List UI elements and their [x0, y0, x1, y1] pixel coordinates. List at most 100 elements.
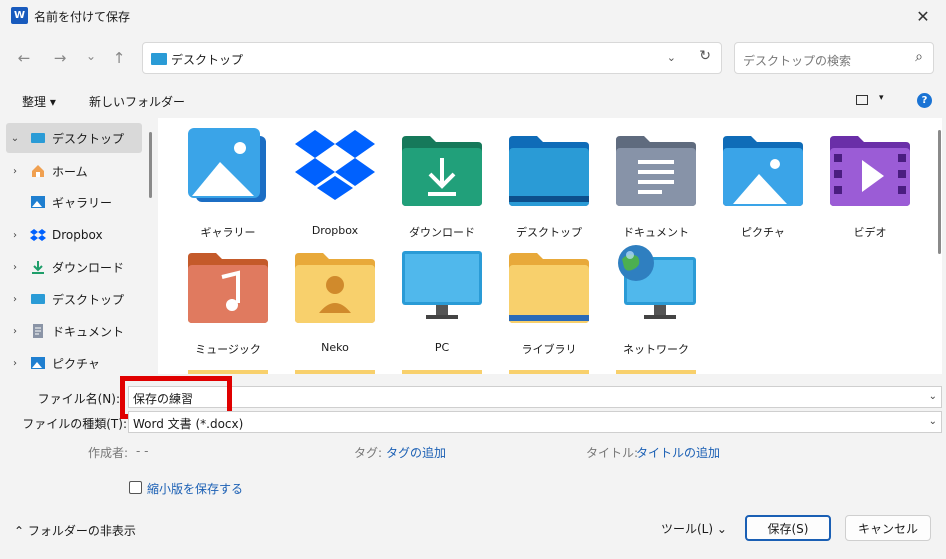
desktop-folder-icon [509, 136, 589, 206]
filetype-label: ファイルの種類(T): [22, 417, 127, 431]
download-folder-icon [402, 136, 482, 206]
save-thumbnail-checkbox[interactable] [129, 481, 142, 494]
desktop-folder-icon [151, 53, 167, 65]
sidebar-item-gallery[interactable]: ギャラリー [6, 187, 142, 217]
network-icon [618, 245, 696, 319]
sidebar-item-label: ピクチャ [52, 356, 100, 371]
hide-folders-label: フォルダーの非表示 [27, 524, 136, 538]
file-item-gallery[interactable]: ギャラリー [180, 122, 276, 239]
file-item-network[interactable]: ネットワーク [608, 239, 704, 356]
refresh-icon[interactable]: ↻ [699, 48, 711, 64]
file-item-libraries[interactable]: ライブラリ [501, 239, 597, 356]
author-value[interactable]: - - [136, 444, 148, 458]
chevron-right-icon[interactable]: › [6, 358, 24, 369]
address-bar[interactable]: デスクトップ ⌄ ↻ [142, 42, 722, 74]
address-dropdown-icon[interactable]: ⌄ [667, 51, 676, 64]
title-value[interactable]: タイトルの追加 [636, 444, 720, 461]
file-item-desktop[interactable]: デスクトップ [501, 122, 597, 239]
sidebar-item-label: Dropbox [52, 228, 103, 242]
sidebar-item-downloads[interactable]: › ダウンロード [6, 252, 142, 282]
dropbox-icon [295, 130, 375, 200]
recent-locations-button[interactable]: ⌄ [80, 45, 102, 67]
up-button[interactable]: ↑ [108, 47, 130, 69]
chevron-right-icon[interactable]: › [6, 166, 24, 177]
file-item-label: ギャラリー [200, 226, 256, 239]
file-item-pc[interactable]: PC [394, 239, 490, 354]
tools-button[interactable]: ツール(L) ⌄ [661, 520, 727, 537]
sidebar-item-label: ダウンロード [52, 260, 125, 275]
chevron-right-icon[interactable]: › [6, 230, 24, 241]
videos-folder-icon [830, 136, 910, 206]
file-item-label: デスクトップ [516, 226, 582, 239]
filename-dropdown-icon[interactable]: ⌄ [929, 391, 937, 402]
author-key: 作成者: [88, 446, 129, 460]
documents-folder-icon [616, 136, 696, 206]
sidebar-item-dropbox[interactable]: › Dropbox [6, 220, 142, 250]
file-item-pictures[interactable]: ピクチャ [715, 122, 811, 239]
monitor-icon [402, 251, 482, 319]
content-scrollbar[interactable] [938, 130, 941, 254]
filename-label: ファイル名(N): [37, 392, 120, 406]
tools-label: ツール(L) [661, 522, 714, 536]
file-item-label: ダウンロード [409, 226, 475, 239]
pictures-icon [31, 357, 45, 369]
hide-folders-button[interactable]: ⌃ フォルダーの非表示 [14, 522, 136, 539]
view-dropdown-icon[interactable]: ▾ [879, 93, 884, 103]
sidebar-item-label: デスクトップ [52, 292, 125, 307]
back-button[interactable]: ← [13, 47, 35, 69]
chevron-right-icon[interactable]: › [6, 262, 24, 273]
sidebar-item-desktop-2[interactable]: › デスクトップ [6, 284, 142, 314]
document-icon [33, 324, 43, 338]
search-icon[interactable]: ⌕ [915, 49, 923, 65]
save-thumbnail-label[interactable]: 縮小版を保存する [147, 480, 243, 497]
filetype-select[interactable]: Word 文書 (*.docx) ⌄ [128, 411, 942, 433]
new-folder-button[interactable]: 新しいフォルダー [89, 93, 185, 110]
chevron-right-icon[interactable]: › [6, 326, 24, 337]
sidebar-scrollbar[interactable] [149, 132, 152, 198]
chevron-down-icon[interactable]: ⌄ [6, 133, 24, 144]
file-item-label: ライブラリ [521, 343, 577, 356]
help-icon[interactable]: ? [917, 93, 932, 108]
file-list: ギャラリー Dropbox ダウンロード デスクトップ ドキュメント ピクチャ … [158, 118, 942, 374]
chevron-right-icon[interactable]: › [6, 294, 24, 305]
file-item-label: ネットワーク [623, 343, 689, 356]
file-item-label: ドキュメント [623, 226, 689, 239]
cancel-button[interactable]: キャンセル [845, 515, 931, 541]
file-item-label: ピクチャ [741, 226, 785, 239]
organize-button[interactable]: 整理 ▾ [22, 93, 56, 110]
sidebar-item-home[interactable]: › ホーム [6, 156, 142, 186]
filetype-value: Word 文書 (*.docx) [133, 417, 244, 431]
search-box[interactable]: デスクトップの検索 ⌕ [734, 42, 934, 74]
forward-button[interactable]: → [49, 47, 71, 69]
user-folder-icon [295, 253, 375, 323]
address-path: デスクトップ [171, 53, 244, 67]
save-button[interactable]: 保存(S) [745, 515, 831, 541]
sidebar-item-label: ドキュメント [52, 324, 125, 339]
sidebar-item-documents[interactable]: › ドキュメント [6, 316, 142, 346]
sidebar-item-label: デスクトップ [52, 131, 125, 146]
close-button[interactable]: ✕ [900, 0, 946, 32]
filename-input[interactable]: 保存の練習 ⌄ [128, 386, 942, 408]
home-icon [32, 165, 44, 177]
chevron-up-icon: ⌃ [14, 524, 25, 538]
pictures-folder-icon [723, 136, 803, 206]
sidebar-item-desktop[interactable]: ⌄ デスクトップ [6, 123, 142, 153]
view-icon[interactable] [856, 95, 868, 105]
file-item-neko[interactable]: Neko [287, 239, 383, 354]
file-item-music[interactable]: ミュージック [180, 239, 276, 356]
desktop-icon [31, 294, 45, 304]
file-item-dropbox[interactable]: Dropbox [287, 122, 383, 237]
tags-value[interactable]: タグの追加 [386, 444, 446, 461]
gallery-icon [31, 196, 45, 208]
chevron-down-icon: ⌄ [716, 522, 727, 536]
sidebar-item-label: ギャラリー [52, 195, 113, 210]
file-item-documents[interactable]: ドキュメント [608, 122, 704, 239]
filetype-dropdown-icon[interactable]: ⌄ [929, 416, 937, 427]
file-item-label: ビデオ [853, 226, 887, 239]
desktop-icon [31, 133, 45, 143]
file-item-downloads[interactable]: ダウンロード [394, 122, 490, 239]
library-folder-icon [509, 253, 589, 323]
file-item-videos[interactable]: ビデオ [822, 122, 918, 239]
sidebar-item-pictures[interactable]: › ピクチャ [6, 348, 142, 374]
file-item-label: PC [434, 341, 450, 354]
